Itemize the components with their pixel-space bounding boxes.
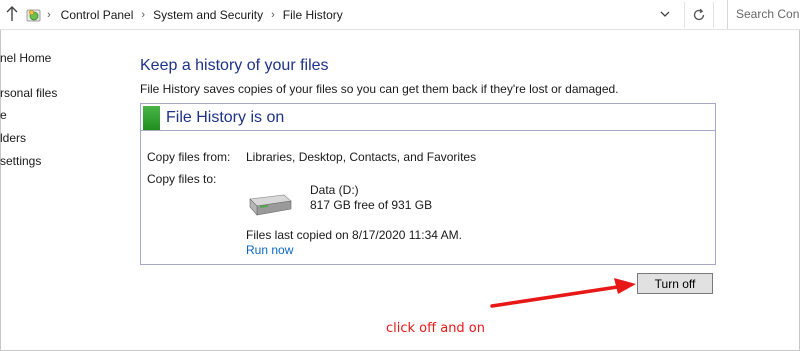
address-bar: › Control Panel › System and Security › …: [0, 0, 800, 30]
copy-from-value: Libraries, Desktop, Contacts, and Favori…: [246, 150, 477, 164]
page-title: Keep a history of your files: [140, 57, 329, 74]
refresh-icon: [693, 8, 705, 21]
chevron-right-icon: ›: [141, 9, 146, 21]
red-arrow-icon: [490, 278, 636, 308]
nav-select-drive[interactable]: e: [0, 108, 7, 122]
copy-from-label: Copy files from:: [147, 150, 231, 164]
nav-exclude-folders[interactable]: lders: [0, 131, 26, 145]
nav-advanced-settings[interactable]: settings: [0, 154, 41, 168]
drive-name: Data (D:): [310, 183, 359, 197]
file-history-status-panel: File History is on Copy files from: Libr…: [140, 103, 716, 265]
drive-free-space: 817 GB free of 931 GB: [310, 198, 433, 212]
nav-restore-personal-files[interactable]: rsonal files: [0, 86, 57, 100]
status-indicator: [143, 106, 160, 130]
run-now-link[interactable]: Run now: [246, 243, 293, 257]
chevron-right-icon: ›: [47, 9, 51, 21]
status-title: File History is on: [166, 109, 285, 126]
breadcrumb-system-and-security[interactable]: System and Security: [153, 8, 263, 22]
last-copied-text: Files last copied on 8/17/2020 11:34 AM.: [246, 228, 462, 242]
breadcrumb-control-panel[interactable]: Control Panel: [61, 8, 134, 22]
page-description: File History saves copies of your files …: [140, 82, 619, 96]
control-panel-icon: [26, 9, 41, 22]
up-arrow-icon[interactable]: [4, 5, 20, 23]
copy-to-label: Copy files to:: [147, 172, 217, 186]
chevron-right-icon: ›: [271, 9, 275, 21]
hard-drive-icon: [249, 194, 292, 216]
breadcrumb-file-history[interactable]: File History: [283, 8, 343, 22]
annotation-text: click off and on: [386, 321, 486, 336]
chevron-down-icon[interactable]: [657, 6, 673, 22]
nav-control-panel-home[interactable]: nel Home: [0, 51, 51, 65]
search-input[interactable]: Search Con: [727, 0, 800, 29]
breadcrumb: › Control Panel › System and Security › …: [26, 4, 676, 26]
panel-header: File History is on: [141, 104, 715, 131]
left-nav: nel Home rsonal files e lders settings: [0, 30, 110, 350]
refresh-button[interactable]: [684, 2, 714, 28]
turn-off-button[interactable]: Turn off: [637, 273, 713, 294]
